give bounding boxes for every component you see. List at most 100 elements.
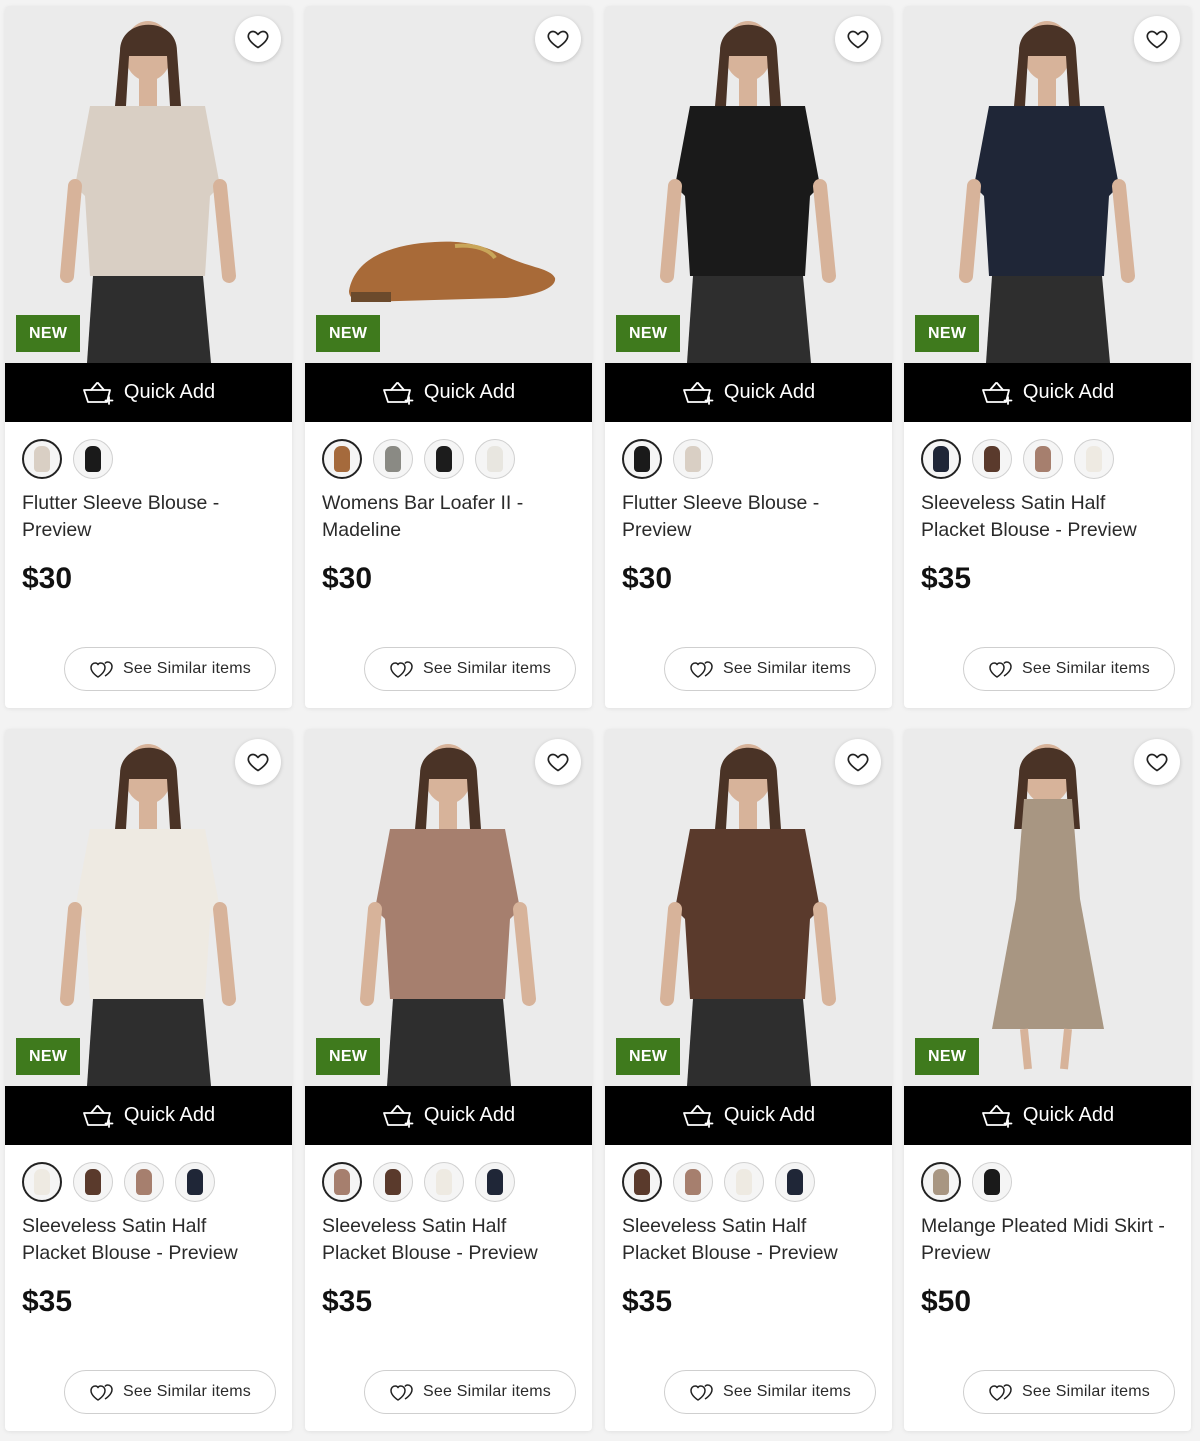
see-similar-button[interactable]: See Similar items	[664, 647, 876, 691]
quick-add-button[interactable]: Quick Add	[5, 1086, 292, 1145]
color-swatch[interactable]	[1074, 439, 1114, 479]
product-card-2[interactable]: NEW Quick Add Womens Bar Loafer II - Mad…	[305, 6, 592, 708]
see-similar-button[interactable]: See Similar items	[963, 1370, 1175, 1414]
see-similar-button[interactable]: See Similar items	[64, 1370, 276, 1414]
product-price: $30	[622, 562, 673, 595]
heart-outline-icon	[1146, 753, 1168, 772]
quick-add-label: Quick Add	[423, 381, 516, 403]
basket-plus-icon	[383, 1104, 414, 1128]
product-card-5[interactable]: NEW Quick Add Sleeveless Satin Half Plac…	[5, 729, 292, 1431]
basket-plus-icon	[83, 1104, 114, 1128]
product-card-7[interactable]: NEW Quick Add Sleeveless Satin Half Plac…	[605, 729, 892, 1431]
color-swatch[interactable]	[673, 439, 713, 479]
quick-add-button[interactable]: Quick Add	[904, 1086, 1191, 1145]
color-swatch[interactable]	[22, 1162, 62, 1202]
color-swatch[interactable]	[972, 439, 1012, 479]
quick-add-button[interactable]: Quick Add	[305, 363, 592, 422]
new-badge: NEW	[915, 315, 980, 352]
swatch-color	[634, 1169, 650, 1195]
favorite-button[interactable]	[535, 16, 581, 62]
favorite-button[interactable]	[235, 16, 281, 62]
quick-add-label: Quick Add	[1022, 1104, 1115, 1126]
color-swatch[interactable]	[475, 439, 515, 479]
see-similar-label: See Similar items	[723, 1383, 851, 1400]
quick-add-button[interactable]: Quick Add	[305, 1086, 592, 1145]
product-card-1[interactable]: NEW Quick Add Flutter Sleeve Blouse - Pr…	[5, 6, 292, 708]
swatch-color	[787, 1169, 803, 1195]
see-similar-label: See Similar items	[1022, 660, 1150, 677]
swatch-color	[933, 1169, 949, 1195]
color-swatch[interactable]	[373, 439, 413, 479]
double-heart-icon	[690, 661, 713, 678]
color-swatch[interactable]	[475, 1162, 515, 1202]
color-swatch[interactable]	[622, 1162, 662, 1202]
heart-outline-icon	[547, 753, 569, 772]
see-similar-button[interactable]: See Similar items	[64, 647, 276, 691]
swatch-color	[385, 1169, 401, 1195]
new-badge: NEW	[316, 315, 381, 352]
color-swatch[interactable]	[373, 1162, 413, 1202]
see-similar-button[interactable]: See Similar items	[364, 1370, 576, 1414]
quick-add-button[interactable]: Quick Add	[904, 363, 1191, 422]
favorite-button[interactable]	[235, 739, 281, 785]
product-card-8[interactable]: NEW Quick Add Melange Pleated Midi Skirt…	[904, 729, 1191, 1431]
color-swatch[interactable]	[775, 1162, 815, 1202]
double-heart-icon	[989, 661, 1012, 678]
basket-plus-icon	[982, 381, 1013, 405]
heart-outline-icon	[247, 30, 269, 49]
favorite-button[interactable]	[1134, 739, 1180, 785]
product-title[interactable]: Womens Bar Loafer II - Madeline	[322, 490, 572, 544]
color-swatch[interactable]	[73, 1162, 113, 1202]
product-title[interactable]: Melange Pleated Midi Skirt - Preview	[921, 1213, 1171, 1267]
product-card-6[interactable]: NEW Quick Add Sleeveless Satin Half Plac…	[305, 729, 592, 1431]
product-title[interactable]: Sleeveless Satin Half Placket Blouse - P…	[22, 1213, 272, 1267]
see-similar-button[interactable]: See Similar items	[664, 1370, 876, 1414]
color-swatch[interactable]	[622, 439, 662, 479]
new-badge: NEW	[616, 315, 681, 352]
color-swatch[interactable]	[921, 1162, 961, 1202]
color-swatches	[921, 439, 1114, 479]
quick-add-button[interactable]: Quick Add	[605, 363, 892, 422]
product-title[interactable]: Flutter Sleeve Blouse - Preview	[22, 490, 272, 544]
product-card-4[interactable]: NEW Quick Add Sleeveless Satin Half Plac…	[904, 6, 1191, 708]
favorite-button[interactable]	[535, 739, 581, 785]
color-swatch[interactable]	[724, 1162, 764, 1202]
see-similar-button[interactable]: See Similar items	[364, 647, 576, 691]
product-title[interactable]: Sleeveless Satin Half Placket Blouse - P…	[622, 1213, 872, 1267]
color-swatch[interactable]	[424, 1162, 464, 1202]
quick-add-button[interactable]: Quick Add	[5, 363, 292, 422]
color-swatch[interactable]	[921, 439, 961, 479]
product-title[interactable]: Sleeveless Satin Half Placket Blouse - P…	[921, 490, 1171, 544]
color-swatch[interactable]	[972, 1162, 1012, 1202]
color-swatch[interactable]	[73, 439, 113, 479]
quick-add-button[interactable]: Quick Add	[605, 1086, 892, 1145]
product-card-3[interactable]: NEW Quick Add Flutter Sleeve Blouse - Pr…	[605, 6, 892, 708]
see-similar-button[interactable]: See Similar items	[963, 647, 1175, 691]
favorite-button[interactable]	[1134, 16, 1180, 62]
swatch-color	[1035, 446, 1051, 472]
favorite-button[interactable]	[835, 16, 881, 62]
product-title[interactable]: Flutter Sleeve Blouse - Preview	[622, 490, 872, 544]
color-swatch[interactable]	[124, 1162, 164, 1202]
color-swatches	[622, 439, 713, 479]
product-title[interactable]: Sleeveless Satin Half Placket Blouse - P…	[322, 1213, 572, 1267]
color-swatch[interactable]	[175, 1162, 215, 1202]
color-swatch[interactable]	[424, 439, 464, 479]
color-swatch[interactable]	[322, 439, 362, 479]
heart-outline-icon	[547, 30, 569, 49]
color-swatch[interactable]	[22, 439, 62, 479]
quick-add-label: Quick Add	[123, 1104, 216, 1126]
swatch-color	[85, 446, 101, 472]
product-price: $50	[921, 1285, 972, 1318]
double-heart-icon	[989, 1384, 1012, 1401]
swatch-color	[685, 1169, 701, 1195]
color-swatches	[322, 439, 515, 479]
swatch-color	[136, 1169, 152, 1195]
color-swatch[interactable]	[1023, 439, 1063, 479]
color-swatch[interactable]	[673, 1162, 713, 1202]
color-swatch[interactable]	[322, 1162, 362, 1202]
basket-plus-icon	[383, 381, 414, 405]
swatch-color	[334, 446, 350, 472]
favorite-button[interactable]	[835, 739, 881, 785]
swatch-color	[685, 446, 701, 472]
